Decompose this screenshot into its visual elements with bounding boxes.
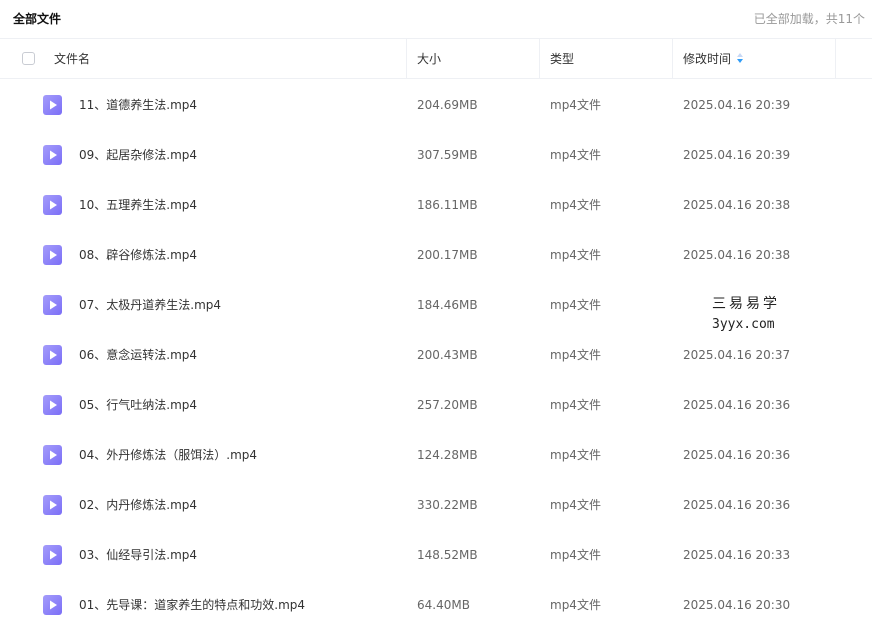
file-modified-date: 2025.04.16 20:36 xyxy=(683,498,791,512)
file-size: 257.20MB xyxy=(417,398,478,412)
header-size-label: 大小 xyxy=(417,52,442,66)
file-type: mp4文件 xyxy=(550,398,601,412)
file-row[interactable]: 10、五理养生法.mp4 186.11MB mp4文件 2025.04.16 20:3… xyxy=(0,180,872,230)
file-name[interactable]: 07、太极丹道养生法.mp4 xyxy=(79,280,221,330)
video-file-icon[interactable] xyxy=(43,295,62,315)
file-size: 204.69MB xyxy=(417,98,478,112)
file-type: mp4文件 xyxy=(550,198,601,212)
file-type: mp4文件 xyxy=(550,248,601,262)
file-row[interactable]: 05、行气吐纳法.mp4 257.20MB mp4文件 2025.04.16 20:3… xyxy=(0,380,872,430)
file-table-header: 文件名 大小 类型 修改时间 xyxy=(0,38,872,79)
file-name[interactable]: 01、先导课：道家养生的特点和功效.mp4 xyxy=(79,580,305,630)
video-file-icon[interactable] xyxy=(43,145,62,165)
file-size: 186.11MB xyxy=(417,198,478,212)
file-modified-date: 2025.04.16 20:30 xyxy=(683,598,791,612)
file-type: mp4文件 xyxy=(550,448,601,462)
video-file-icon[interactable] xyxy=(43,195,62,215)
file-name[interactable]: 05、行气吐纳法.mp4 xyxy=(79,380,197,430)
file-size: 200.43MB xyxy=(417,348,478,362)
watermark-title: 三易易学 xyxy=(712,296,780,312)
file-modified-date: 2025.04.16 20:38 xyxy=(683,198,791,212)
file-type: mp4文件 xyxy=(550,598,601,612)
video-file-icon[interactable] xyxy=(43,495,62,515)
watermark: 三易易学 3yyx.com xyxy=(712,293,780,332)
video-file-icon[interactable] xyxy=(43,345,62,365)
file-row[interactable]: 11、道德养生法.mp4 204.69MB mp4文件 2025.04.16 20:3… xyxy=(0,80,872,130)
file-size: 148.52MB xyxy=(417,548,478,562)
file-size: 64.40MB xyxy=(417,598,470,612)
video-file-icon[interactable] xyxy=(43,445,62,465)
file-row[interactable]: 01、先导课：道家养生的特点和功效.mp4 64.40MB mp4文件 2025.04… xyxy=(0,580,872,630)
file-modified-date: 2025.04.16 20:38 xyxy=(683,248,791,262)
file-size: 184.46MB xyxy=(417,298,478,312)
file-size: 307.59MB xyxy=(417,148,478,162)
file-size: 124.28MB xyxy=(417,448,478,462)
file-modified-date: 2025.04.16 20:39 xyxy=(683,98,791,112)
page-title: 全部文件 xyxy=(13,12,62,26)
file-size: 200.17MB xyxy=(417,248,478,262)
video-file-icon[interactable] xyxy=(43,245,62,265)
file-modified-date: 2025.04.16 20:33 xyxy=(683,548,791,562)
header-type-label: 类型 xyxy=(550,52,575,66)
file-type: mp4文件 xyxy=(550,348,601,362)
header-name-label: 文件名 xyxy=(54,52,91,66)
file-type: mp4文件 xyxy=(550,548,601,562)
watermark-url: 3yyx.com xyxy=(712,317,775,332)
video-file-icon[interactable] xyxy=(43,595,62,615)
file-name[interactable]: 08、辟谷修炼法.mp4 xyxy=(79,230,197,280)
video-file-icon[interactable] xyxy=(43,95,62,115)
video-file-icon[interactable] xyxy=(43,395,62,415)
file-name[interactable]: 11、道德养生法.mp4 xyxy=(79,80,197,130)
header-type-column[interactable]: 类型 xyxy=(540,39,673,79)
file-list: 11、道德养生法.mp4 204.69MB mp4文件 2025.04.16 20:3… xyxy=(0,80,872,630)
file-name[interactable]: 02、内丹修炼法.mp4 xyxy=(79,480,197,530)
file-row[interactable]: 06、意念运转法.mp4 200.43MB mp4文件 2025.04.16 20:3… xyxy=(0,330,872,380)
file-name[interactable]: 06、意念运转法.mp4 xyxy=(79,330,197,380)
file-type: mp4文件 xyxy=(550,148,601,162)
file-row[interactable]: 02、内丹修炼法.mp4 330.22MB mp4文件 2025.04.16 20:3… xyxy=(0,480,872,530)
header-modified-label: 修改时间 xyxy=(683,52,732,66)
file-name[interactable]: 04、外丹修炼法（服饵法）.mp4 xyxy=(79,430,257,480)
file-type: mp4文件 xyxy=(550,498,601,512)
file-row[interactable]: 08、辟谷修炼法.mp4 200.17MB mp4文件 2025.04.16 20:3… xyxy=(0,230,872,280)
header-modified-column[interactable]: 修改时间 xyxy=(673,39,836,79)
file-size: 330.22MB xyxy=(417,498,478,512)
file-type: mp4文件 xyxy=(550,298,601,312)
file-name[interactable]: 03、仙经导引法.mp4 xyxy=(79,530,197,580)
topbar: 全部文件 已全部加载，共11个 xyxy=(0,0,872,38)
file-modified-date: 2025.04.16 20:36 xyxy=(683,448,791,462)
file-row[interactable]: 03、仙经导引法.mp4 148.52MB mp4文件 2025.04.16 20:3… xyxy=(0,530,872,580)
video-file-icon[interactable] xyxy=(43,545,62,565)
file-name[interactable]: 09、起居杂修法.mp4 xyxy=(79,130,197,180)
load-status: 已全部加载，共11个 xyxy=(753,12,865,26)
file-row[interactable]: 04、外丹修炼法（服饵法）.mp4 124.28MB mp4文件 2025.04.16… xyxy=(0,430,872,480)
file-modified-date: 2025.04.16 20:37 xyxy=(683,348,791,362)
file-modified-date: 2025.04.16 20:36 xyxy=(683,398,791,412)
select-all-checkbox[interactable] xyxy=(22,52,35,65)
header-name-column[interactable]: 文件名 xyxy=(0,39,407,79)
file-name[interactable]: 10、五理养生法.mp4 xyxy=(79,180,197,230)
header-size-column[interactable]: 大小 xyxy=(407,39,540,79)
sort-descending-icon[interactable] xyxy=(737,52,745,65)
file-type: mp4文件 xyxy=(550,98,601,112)
file-modified-date: 2025.04.16 20:39 xyxy=(683,148,791,162)
file-row[interactable]: 09、起居杂修法.mp4 307.59MB mp4文件 2025.04.16 20:3… xyxy=(0,130,872,180)
